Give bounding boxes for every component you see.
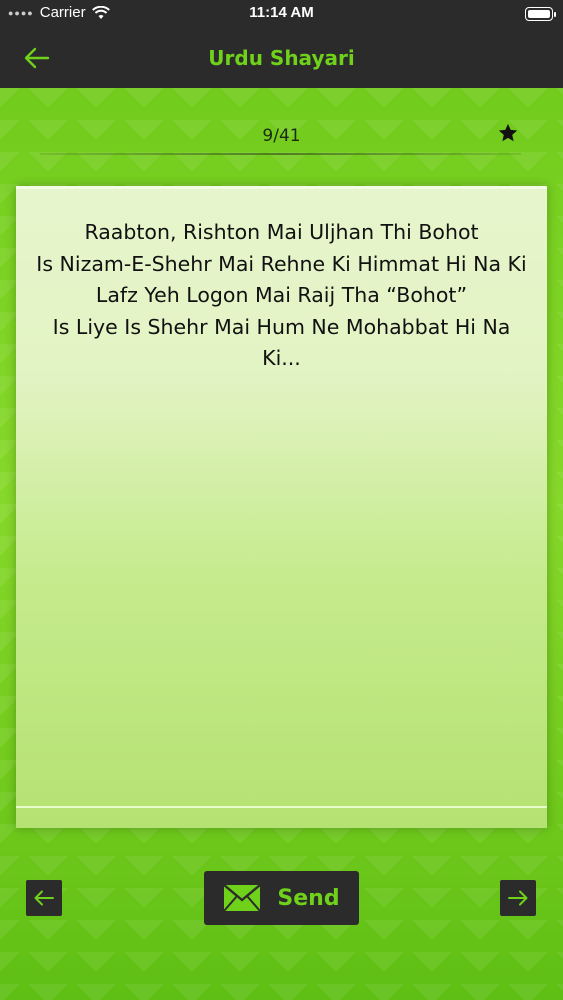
shayari-counter: 9/41	[262, 126, 301, 146]
status-bar: ●●●● Carrier 11:14 AM	[0, 0, 563, 28]
favorite-button[interactable]	[497, 122, 519, 144]
arrow-right-icon	[508, 890, 528, 906]
nav-bar: Urdu Shayari	[0, 28, 563, 88]
envelope-icon	[223, 884, 262, 912]
arrow-left-icon	[34, 890, 54, 906]
next-button[interactable]	[500, 880, 536, 916]
clock: 11:14 AM	[249, 4, 314, 21]
divider	[40, 153, 521, 155]
battery-icon	[525, 7, 556, 21]
send-button[interactable]: Send	[204, 871, 359, 925]
shayari-text: Raabton, Rishton Mai Uljhan Thi Bohot Is…	[36, 220, 527, 370]
shayari-card: Raabton, Rishton Mai Uljhan Thi Bohot Is…	[16, 186, 547, 828]
page-title: Urdu Shayari	[208, 46, 355, 70]
star-icon	[498, 123, 518, 142]
previous-button[interactable]	[26, 880, 62, 916]
counter-row: 9/41	[0, 118, 563, 158]
send-label: Send	[277, 885, 340, 911]
